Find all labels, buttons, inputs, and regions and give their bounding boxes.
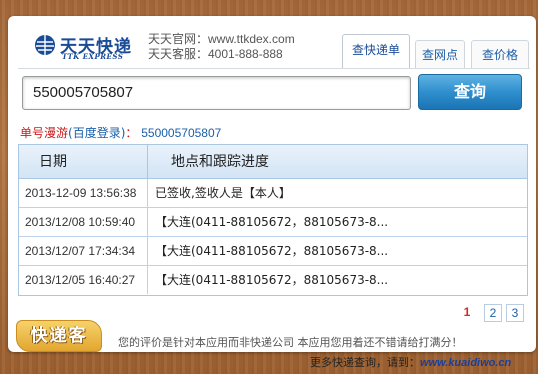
row-date: 2013/12/07 17:34:34 — [25, 244, 136, 258]
kuaidiwo-link[interactable]: www.kuaidiwo.cn — [420, 357, 511, 369]
row-location: 已签收,签收人是【本人】 — [155, 186, 291, 200]
page-link-3[interactable]: 3 — [506, 304, 524, 322]
column-divider — [147, 237, 148, 265]
table-row: 2013/12/07 17:34:34 【大连(0411-88105672，88… — [19, 237, 527, 266]
query-button[interactable]: 查询 — [418, 74, 522, 110]
official-site-text: 天天官网：www.ttkdex.com — [148, 32, 295, 46]
table-row: 2013/12/08 10:59:40 【大连(0411-88105672，88… — [19, 208, 527, 237]
table-row: 2013/12/05 16:40:27 【大连(0411-88105672，88… — [19, 266, 527, 295]
row-date: 2013/12/08 10:59:40 — [25, 215, 136, 229]
tab-find-branch[interactable]: 查网点 — [415, 40, 465, 68]
logo-english-name: TTK EXPRESS — [62, 52, 124, 61]
tab-check-price[interactable]: 查价格 — [471, 40, 529, 68]
column-divider — [147, 179, 148, 207]
header-divider — [18, 68, 530, 69]
column-header-date: 日期 — [39, 154, 67, 170]
table-row: 2013-12-09 13:56:38 已签收,签收人是【本人】 — [19, 179, 527, 208]
column-header-location: 地点和跟踪进度 — [171, 154, 269, 170]
row-location: 【大连(0411-88105672，88105673-8... — [155, 273, 389, 287]
ttk-globe-icon — [35, 35, 55, 55]
company-info: 天天官网：www.ttkdex.com 天天客服：4001-888-888 — [148, 32, 295, 62]
roaming-label: 单号漫游 — [20, 126, 69, 140]
ttk-logo: 天天快递 TTK EXPRESS — [34, 32, 134, 62]
column-divider — [147, 208, 148, 236]
page-current: 1 — [463, 305, 471, 319]
column-divider — [147, 266, 148, 294]
column-divider — [147, 145, 148, 179]
row-location: 【大连(0411-88105672，88105673-8... — [155, 215, 389, 229]
tracking-table: 日期 地点和跟踪进度 2013-12-09 13:56:38 已签收,签收人是【… — [18, 144, 528, 296]
baidu-login-link[interactable]: (百度登录) — [68, 126, 125, 140]
row-location: 【大连(0411-88105672，88105673-8... — [155, 244, 389, 258]
rating-notice: 您的评价是针对本应用而非快递公司 本应用您用着还不错请给打满分！ — [118, 336, 463, 349]
customer-service-text: 天天客服：4001-888-888 — [148, 47, 283, 61]
more-queries-label: 更多快递查询，请到： — [310, 356, 420, 369]
tracking-number-text: 550005705807 — [141, 126, 222, 140]
tracker-panel: 天天快递 TTK EXPRESS 天天官网：www.ttkdex.com 天天客… — [8, 16, 536, 352]
tab-track-parcel[interactable]: 查快递单 — [342, 34, 410, 68]
page-link-2[interactable]: 2 — [484, 304, 502, 322]
roaming-colon: ： — [125, 126, 138, 140]
row-date: 2013-12-09 13:56:38 — [25, 186, 137, 200]
tracking-number-input[interactable]: 550005705807 — [22, 76, 411, 110]
more-queries-line: 更多快递查询，请到：www.kuaidiwo.cn — [310, 354, 511, 370]
row-date: 2013/12/05 16:40:27 — [25, 273, 136, 287]
tracking-number-line: 单号漫游(百度登录)： 550005705807 — [20, 124, 221, 141]
table-header: 日期 地点和跟踪进度 — [19, 145, 527, 179]
kuaidike-badge[interactable]: 快递客 — [16, 320, 102, 352]
